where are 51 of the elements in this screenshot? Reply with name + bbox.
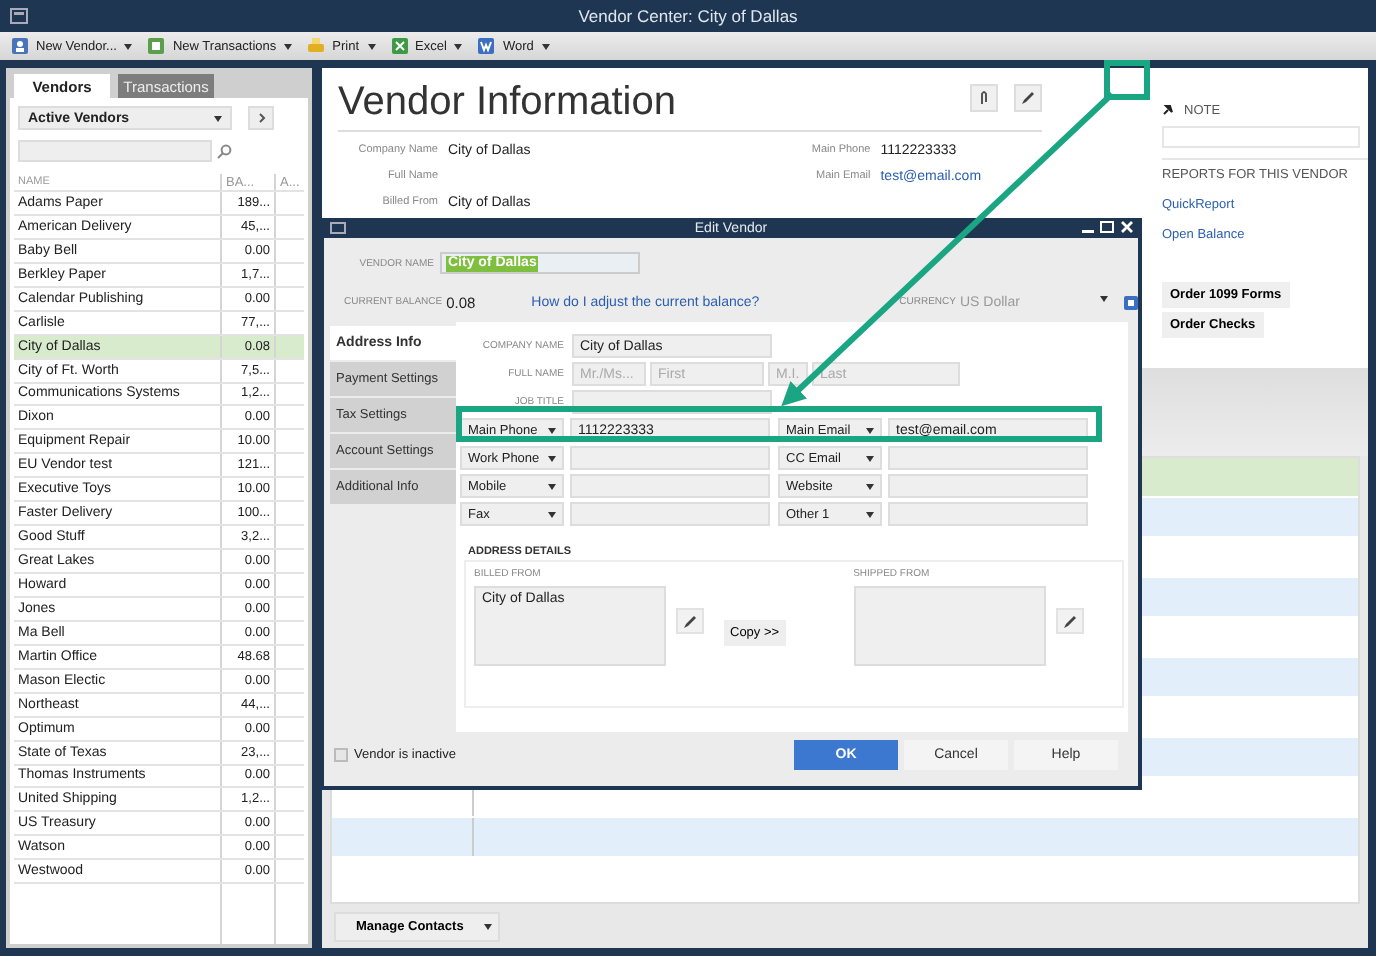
person-icon[interactable] [12,38,28,54]
document-icon[interactable] [478,38,495,54]
edit-button[interactable] [676,608,704,634]
contact-field[interactable] [570,446,770,470]
pencil-icon [1061,613,1078,629]
paperclip-icon [978,90,990,106]
edit-button[interactable] [1014,84,1042,112]
caret-icon [541,43,550,49]
shipped-from-field[interactable] [853,586,1046,666]
printer-icon[interactable] [308,38,325,54]
caret-icon [483,923,492,929]
spreadsheet-icon[interactable] [391,38,408,54]
maximize-icon[interactable] [1100,220,1114,234]
caret-icon [454,43,463,49]
edit-button[interactable] [1055,608,1084,634]
caret-icon [284,43,293,49]
window-icon [330,222,346,234]
note-field[interactable] [1162,126,1360,148]
caret-icon [548,427,556,433]
expand-button[interactable] [248,106,274,130]
caret-icon [214,115,222,121]
highlight-frame [1104,60,1150,100]
close-icon[interactable] [1120,220,1134,234]
window-icon [10,8,28,24]
attach-button[interactable] [970,84,998,112]
window-title: Vendor Center: City of Dallas [578,6,798,26]
contact-field[interactable] [888,474,1088,498]
caret-icon [866,455,874,461]
caret-icon [548,455,556,461]
caret-icon [367,43,376,49]
checkbox[interactable] [334,748,348,762]
pencil-icon [682,613,698,629]
caret-icon [1100,295,1108,301]
contact-field[interactable] [888,502,1088,526]
caret-icon [124,43,133,49]
pin-icon [1162,104,1174,116]
caret-icon [866,427,874,433]
contact-field[interactable] [570,474,770,498]
search-field[interactable] [18,140,212,162]
caret-icon [548,483,556,489]
page-title: Vendor Information [338,80,676,126]
contact-field[interactable] [570,502,770,526]
caret-icon [548,511,556,517]
help-icon[interactable] [1124,295,1138,309]
caret-icon [866,511,874,517]
contact-field[interactable] [888,446,1088,470]
search-icon[interactable] [216,143,232,159]
pencil-icon [1020,90,1036,106]
caret-icon [866,483,874,489]
chevron-icon [257,112,265,124]
document-icon[interactable] [148,38,165,54]
